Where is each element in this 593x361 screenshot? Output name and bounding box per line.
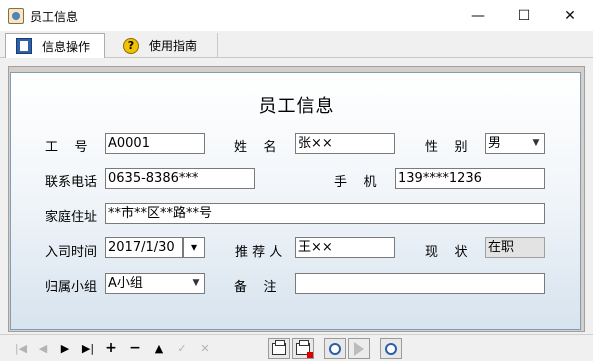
group-label: 归属小组 [45, 280, 98, 295]
play-button[interactable] [348, 338, 370, 359]
tab-label: 使用指南 [149, 39, 198, 53]
print-button[interactable] [268, 338, 290, 359]
name-label: 姓 名 [234, 140, 277, 155]
hire-date-field[interactable]: 2017/1/30 [105, 237, 183, 258]
tab-user-guide[interactable]: ? 使用指南 [108, 33, 218, 58]
last-record-button[interactable]: ▶| [79, 340, 97, 356]
edit-record-button[interactable]: ▲ [150, 340, 168, 356]
chevron-down-icon[interactable]: ▼ [528, 134, 544, 153]
first-record-button[interactable]: |◀ [12, 340, 30, 356]
address-field[interactable]: **市**区**路**号 [105, 203, 545, 224]
preview-button[interactable] [324, 338, 346, 359]
address-label: 家庭住址 [45, 210, 98, 225]
form-title: 员工信息 [258, 96, 335, 117]
chevron-down-icon[interactable]: ▼ [188, 274, 204, 293]
search-button[interactable] [380, 338, 402, 359]
post-record-button[interactable]: ✓ [173, 340, 191, 356]
tab-info-ops[interactable]: 信息操作 [5, 33, 105, 58]
app-icon [8, 8, 24, 24]
referrer-field[interactable]: 王×× [295, 237, 395, 258]
play-icon [354, 341, 364, 356]
emp-id-label: 工 号 [45, 140, 88, 155]
mobile-label: 手 机 [334, 175, 377, 190]
insert-record-button[interactable]: + [102, 340, 120, 356]
maximize-button[interactable]: ☐ [501, 0, 547, 31]
prior-record-button[interactable]: ◀ [34, 340, 52, 356]
remark-label: 备 注 [234, 280, 277, 295]
search-icon [385, 342, 397, 355]
tab-label: 信息操作 [42, 39, 91, 54]
status-label: 现 状 [425, 245, 468, 260]
gender-label: 性 别 [425, 140, 468, 155]
cancel-record-button[interactable]: ✕ [196, 340, 214, 356]
emp-id-field[interactable]: A0001 [105, 133, 205, 154]
print-export-button[interactable] [292, 338, 314, 359]
name-field[interactable]: 张×× [295, 133, 395, 154]
status-field: 在职 [485, 237, 545, 258]
title-bar: 员工信息 — ☐ ✕ [0, 0, 593, 31]
phone-field[interactable]: 0635-8386*** [105, 168, 255, 189]
printer-export-icon [296, 339, 313, 358]
mobile-field[interactable]: 139****1236 [395, 168, 545, 189]
printer-icon [272, 339, 286, 355]
db-navigator: |◀ ◀ ▶ ▶| + − ▲ ✓ ✕ [0, 334, 593, 361]
tab-strip: 信息操作 ? 使用指南 [0, 31, 593, 58]
magnifier-icon [329, 342, 341, 355]
delete-record-button[interactable]: − [126, 340, 144, 356]
phone-label: 联系电话 [45, 175, 98, 190]
next-record-button[interactable]: ▶ [56, 340, 74, 356]
minimize-button[interactable]: — [455, 0, 501, 31]
remark-field[interactable] [295, 273, 545, 294]
window-title: 员工信息 [30, 10, 79, 24]
gender-select[interactable]: 男 ▼ [485, 133, 545, 154]
calendar-dropdown-icon[interactable]: ▾ [183, 237, 205, 258]
hire-date-label: 入司时间 [45, 245, 98, 260]
book-icon [16, 38, 32, 54]
close-button[interactable]: ✕ [547, 0, 593, 31]
help-icon: ? [123, 37, 139, 54]
group-value: A小组 [108, 276, 143, 291]
gender-value: 男 [488, 136, 502, 151]
group-select[interactable]: A小组 ▼ [105, 273, 205, 294]
referrer-label: 推 荐 人 [235, 245, 283, 260]
